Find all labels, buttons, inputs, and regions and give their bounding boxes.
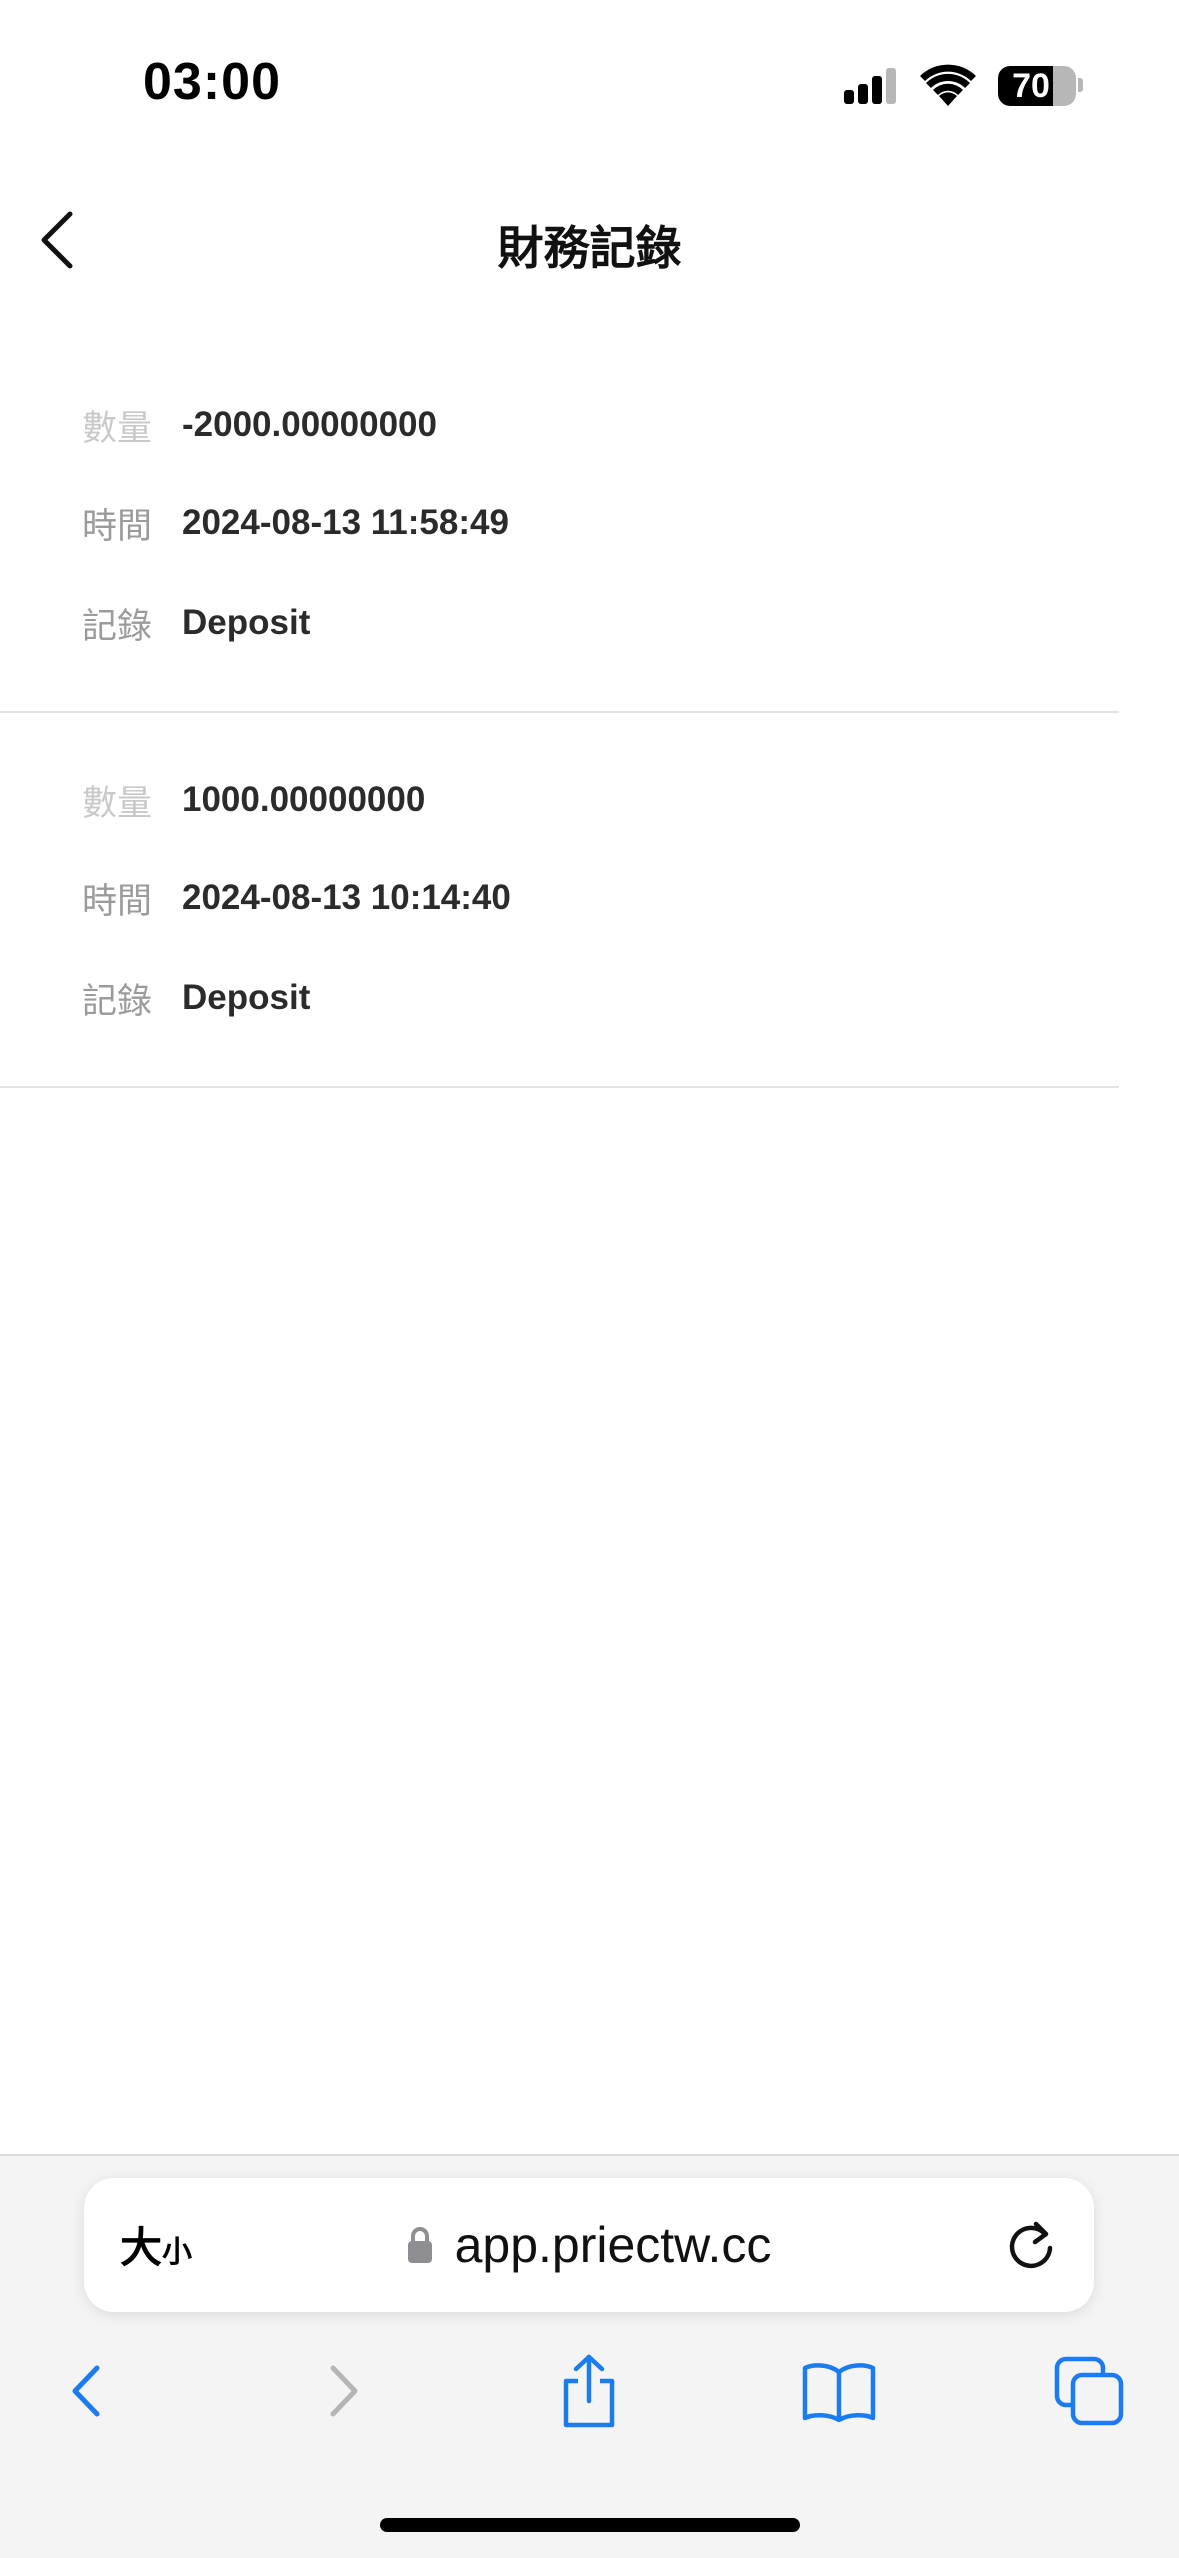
record-item: 數量 -2000.00000000 時間 2024-08-13 11:58:49… <box>0 360 1119 713</box>
record-row: 記錄 Deposit <box>82 593 310 653</box>
share-icon <box>563 2354 615 2428</box>
time-label: 時間 <box>82 881 153 921</box>
home-indicator <box>380 2518 800 2532</box>
battery-tip <box>1078 78 1083 92</box>
amount-row: 數量 -2000.00000000 <box>82 395 437 455</box>
bookmarks-icon <box>802 2363 876 2423</box>
nav-header: 財務記錄 <box>0 170 1179 320</box>
back-nav-button[interactable] <box>42 2346 132 2436</box>
lock-icon <box>407 2224 433 2266</box>
amount-value: 1000.00000000 <box>182 780 426 819</box>
wifi-icon <box>920 64 976 108</box>
record-label: 記錄 <box>82 606 153 646</box>
share-button[interactable] <box>544 2346 634 2436</box>
record-value: Deposit <box>182 603 311 642</box>
time-value: 2024-08-13 11:58:49 <box>182 503 509 542</box>
cellular-signal-icon <box>840 62 900 112</box>
battery-icon: 70 <box>998 66 1076 106</box>
amount-row: 數量 1000.00000000 <box>82 770 425 830</box>
url-text: app.priectw.cc <box>454 2217 772 2273</box>
time-row: 時間 2024-08-13 11:58:49 <box>82 493 509 553</box>
amount-label: 數量 <box>82 783 153 823</box>
record-item: 數量 1000.00000000 時間 2024-08-13 10:14:40 … <box>0 713 1119 1088</box>
forward-icon <box>330 2365 358 2417</box>
record-label: 記錄 <box>82 981 153 1021</box>
battery-percent: 70 <box>1012 67 1050 105</box>
back-icon <box>72 2365 100 2417</box>
address-bar[interactable]: 大小 app.priectw.cc <box>84 2178 1094 2312</box>
record-row: 記錄 Deposit <box>82 968 310 1028</box>
reload-button[interactable] <box>1002 2216 1060 2274</box>
tabs-icon <box>1054 2356 1124 2426</box>
bookmarks-button[interactable] <box>794 2346 884 2436</box>
tabs-button[interactable] <box>1044 2346 1134 2436</box>
time-value: 2024-08-13 10:14:40 <box>182 878 511 917</box>
page-title: 財務記錄 <box>497 222 682 274</box>
status-icons: 70 <box>840 62 1083 112</box>
status-bar: 03:00 70 <box>0 0 1179 170</box>
browser-toolbar <box>0 2346 1179 2456</box>
time-label: 時間 <box>82 506 153 546</box>
status-time: 03:00 <box>143 53 281 111</box>
time-row: 時間 2024-08-13 10:14:40 <box>82 868 511 928</box>
amount-label: 數量 <box>82 408 153 448</box>
url-display[interactable]: app.priectw.cc <box>84 2214 1094 2276</box>
reload-icon <box>1009 2221 1053 2269</box>
record-value: Deposit <box>182 978 311 1017</box>
amount-value: -2000.00000000 <box>182 405 437 444</box>
browser-bar: 大小 app.priectw.cc <box>0 2154 1179 2558</box>
forward-nav-button[interactable] <box>298 2346 388 2436</box>
